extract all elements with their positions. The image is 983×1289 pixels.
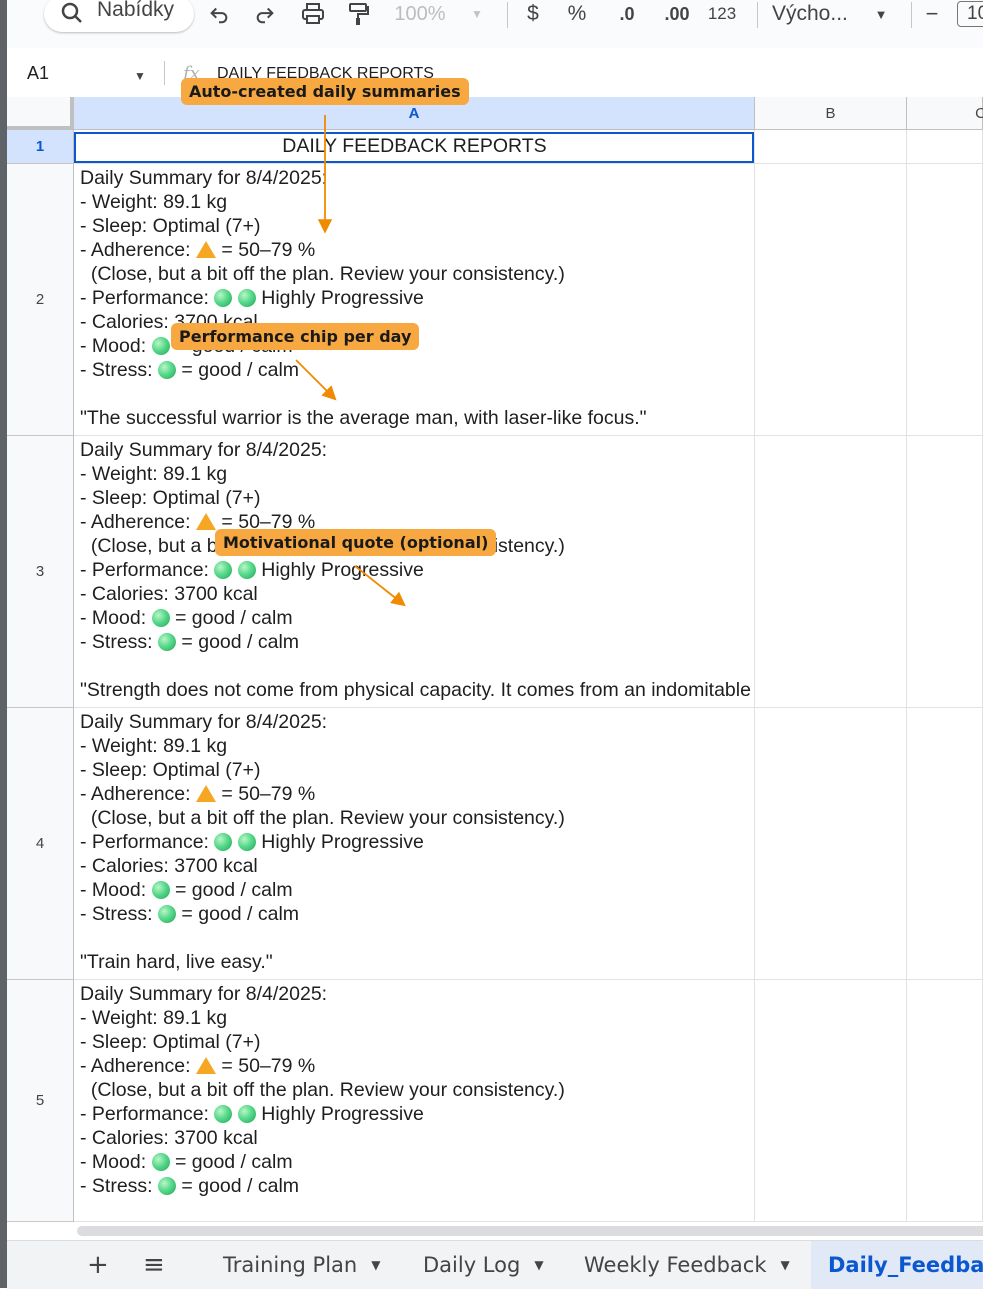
tab-training-plan[interactable]: Training Plan ▼ bbox=[223, 1241, 380, 1289]
tab-label: Daily_Feedback bbox=[828, 1253, 983, 1277]
tab-weekly-feedback[interactable]: Weekly Feedback ▼ bbox=[584, 1241, 790, 1289]
tab-daily-log[interactable]: Daily Log ▼ bbox=[423, 1241, 544, 1289]
tab-label: Weekly Feedback bbox=[584, 1253, 767, 1277]
menu-icon: ≡ bbox=[143, 1250, 165, 1280]
dropdown-caret-icon[interactable]: ▼ bbox=[780, 1258, 789, 1272]
horizontal-scrollbar[interactable] bbox=[7, 1222, 983, 1240]
tab-daily-feedback[interactable]: Daily_Feedback bbox=[811, 1241, 983, 1289]
add-sheet-icon: + bbox=[87, 1250, 109, 1280]
dropdown-caret-icon[interactable]: ▼ bbox=[371, 1258, 380, 1272]
tab-label: Training Plan bbox=[223, 1253, 358, 1277]
sheet-tab-bar: + ≡ Training Plan ▼ Daily Log ▼ Weekly Fee… bbox=[7, 1240, 983, 1289]
tab-label: Daily Log bbox=[423, 1253, 521, 1277]
callout-arrows bbox=[295, 115, 406, 607]
add-sheet-button[interactable]: + bbox=[87, 1241, 109, 1289]
scroll-thumb[interactable] bbox=[77, 1226, 983, 1236]
arrow-quote bbox=[354, 565, 406, 607]
arrow-performance bbox=[295, 359, 337, 401]
dropdown-caret-icon[interactable]: ▼ bbox=[534, 1258, 543, 1272]
all-sheets-button[interactable]: ≡ bbox=[143, 1241, 165, 1289]
